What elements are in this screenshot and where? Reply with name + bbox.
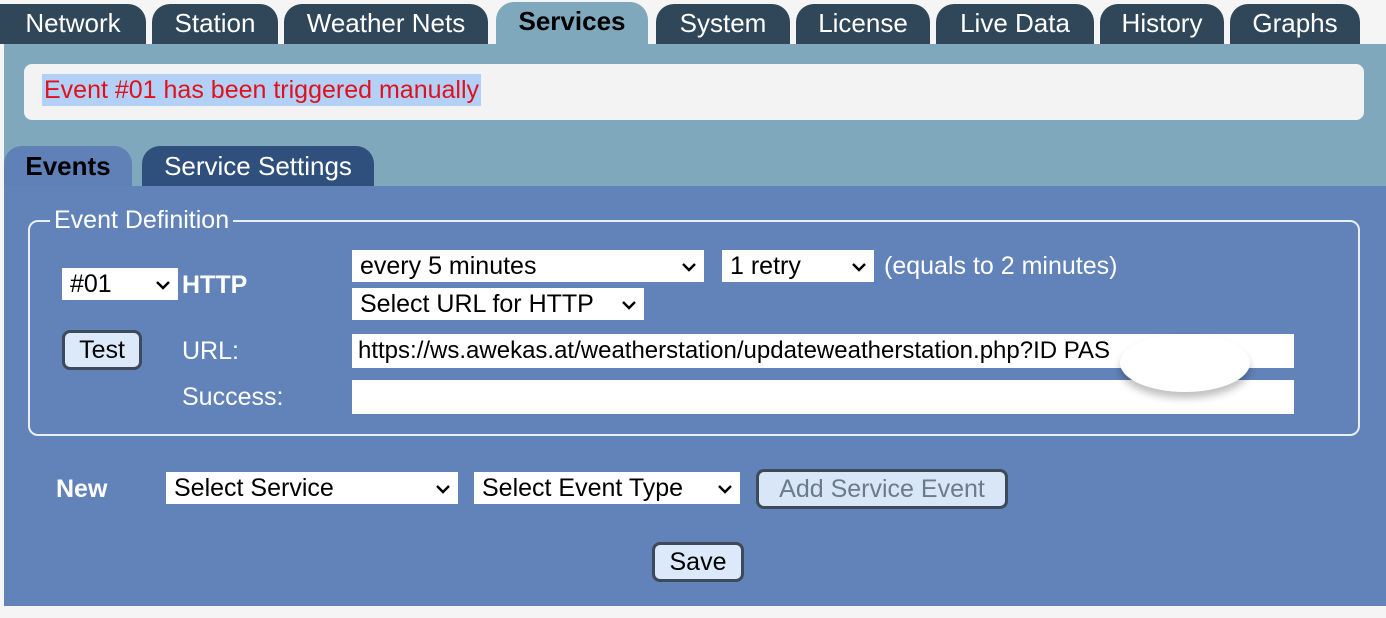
interval-select[interactable]: every 5 minutes [352,250,704,282]
subtab-events[interactable]: Events [4,146,132,188]
test-button[interactable]: Test [62,330,142,370]
chevron-down-icon [156,278,170,292]
url-select-value: Select URL for HTTP [360,290,594,318]
tab-label: History [1121,8,1203,38]
event-type-select[interactable]: Select Event Type [474,472,740,504]
subtab-label: Events [25,151,111,181]
url-label: URL: [182,337,239,365]
add-service-event-button[interactable]: Add Service Event [756,469,1008,509]
service-select[interactable]: Select Service [166,472,458,504]
interval-value: every 5 minutes [360,252,537,280]
chevron-down-icon [852,260,866,274]
chevron-down-icon [682,260,696,274]
tab-history[interactable]: History [1100,4,1224,44]
events-panel: Event Definition #01 HTTP every 5 minute… [4,186,1386,606]
event-type-label: HTTP [182,271,248,299]
event-number-value: #01 [70,270,112,298]
tab-live-data[interactable]: Live Data [936,4,1094,44]
redaction-overlay [1120,334,1250,392]
main-tab-bar: Network Station Weather Nets Services Sy… [0,0,1386,44]
service-select-value: Select Service [174,474,334,502]
services-header-region: Event #01 has been triggered manually Ev… [4,44,1386,188]
tab-system[interactable]: System [656,4,790,44]
retry-equals-note: (equals to 2 minutes) [884,252,1118,280]
tab-graphs[interactable]: Graphs [1230,4,1360,44]
chevron-down-icon [622,298,636,312]
tab-label: Live Data [960,8,1070,38]
event-definition-legend: Event Definition [50,204,234,236]
retry-value: 1 retry [730,252,801,280]
tab-label: System [679,8,767,38]
tab-license[interactable]: License [796,4,930,44]
save-button-label: Save [669,548,727,576]
success-label: Success: [182,383,284,411]
test-button-label: Test [79,336,125,364]
tab-label: Graphs [1252,8,1338,38]
tab-label: License [818,8,908,38]
add-service-event-label: Add Service Event [779,475,985,503]
chevron-down-icon [718,482,732,496]
tab-services[interactable]: Services [496,2,648,44]
event-number-select[interactable]: #01 [62,268,178,300]
tab-weather-nets[interactable]: Weather Nets [284,4,488,44]
url-input-value: https://ws.awekas.at/weatherstation/upda… [358,337,1110,364]
status-message-box: Event #01 has been triggered manually [24,64,1364,120]
retry-select[interactable]: 1 retry [722,250,874,282]
url-select[interactable]: Select URL for HTTP [352,288,644,320]
subtab-service-settings[interactable]: Service Settings [142,146,374,188]
tab-label: Station [174,8,256,38]
tab-label: Weather Nets [306,8,466,38]
page-bottom [0,606,1386,618]
subtab-label: Service Settings [164,151,352,181]
tab-network[interactable]: Network [0,4,146,44]
save-button[interactable]: Save [652,542,744,582]
tab-label: Network [25,8,121,38]
chevron-down-icon [436,482,450,496]
tab-station[interactable]: Station [152,4,278,44]
new-label: New [56,475,108,503]
event-type-select-value: Select Event Type [482,474,684,502]
status-message: Event #01 has been triggered manually [42,74,482,106]
tab-label: Services [518,6,626,36]
